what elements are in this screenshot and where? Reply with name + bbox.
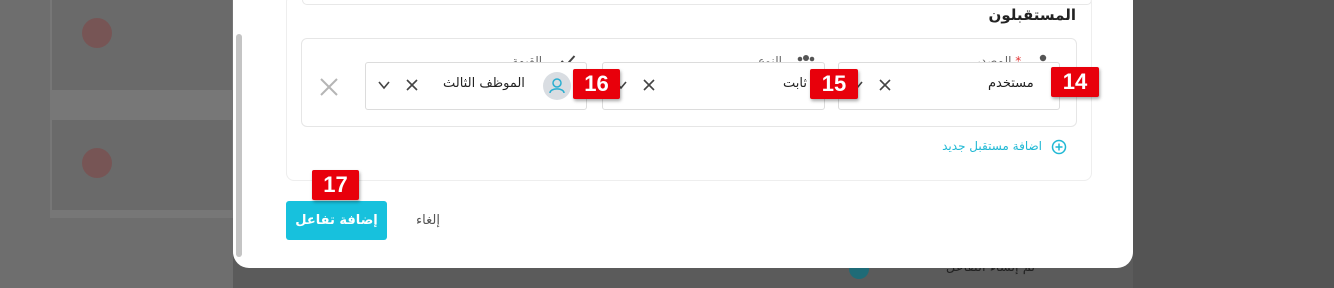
- source-select-value: مستخدم: [988, 76, 1034, 91]
- remove-receiver-icon[interactable]: [318, 76, 340, 98]
- add-interaction-button[interactable]: إضافة تفاعل: [286, 201, 387, 240]
- user-avatar-icon: [543, 72, 571, 100]
- plus-circle-icon: [1051, 139, 1067, 155]
- backdrop-dot: [82, 148, 112, 178]
- type-select-value: ثابت: [783, 76, 807, 91]
- annotation-badge-17: 17: [312, 170, 359, 200]
- annotation-badge-14: 14: [1051, 67, 1099, 97]
- annotation-badge-16: 16: [573, 69, 620, 99]
- add-receiver-label: اضافة مستقبل جديد: [942, 139, 1042, 153]
- section-title: المستقبلون: [988, 6, 1076, 24]
- type-clear-icon[interactable]: [642, 77, 656, 91]
- cancel-button[interactable]: إلغاء: [398, 201, 458, 240]
- backdrop-right: [1133, 0, 1334, 288]
- backdrop-card: [52, 0, 232, 90]
- annotation-badge-15: 15: [810, 69, 858, 99]
- value-chevron-down-icon[interactable]: [377, 77, 391, 91]
- source-clear-icon[interactable]: [878, 77, 892, 91]
- backdrop-card: [52, 120, 232, 210]
- value-clear-icon[interactable]: [405, 77, 419, 91]
- add-receiver-link[interactable]: اضافة مستقبل جديد: [900, 138, 1068, 156]
- value-select-value: الموظف الثالث: [443, 76, 525, 91]
- backdrop-dot: [82, 18, 112, 48]
- modal-scrollbar[interactable]: [236, 34, 242, 257]
